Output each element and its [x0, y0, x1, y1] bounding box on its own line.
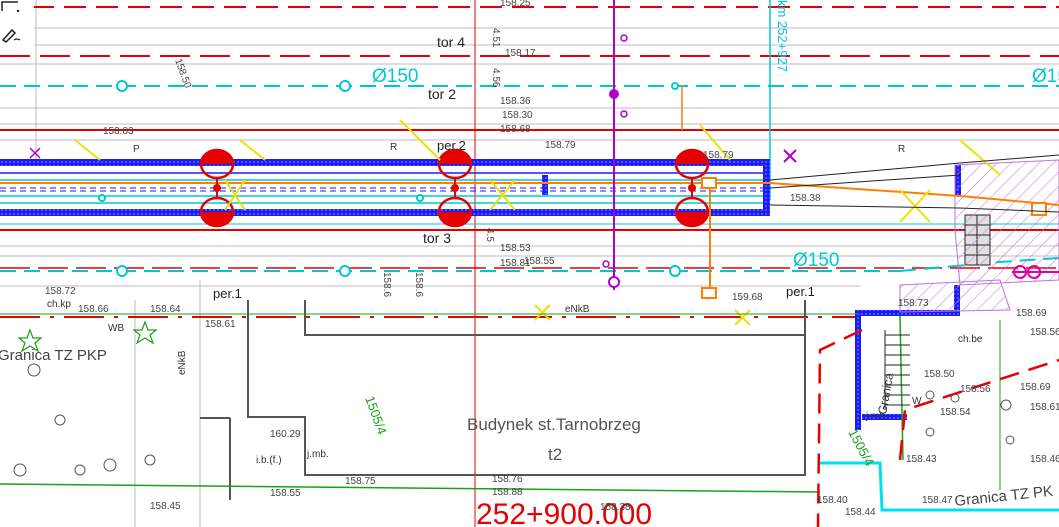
km-note: km 252+927 — [775, 0, 790, 72]
elevation: 158.75 — [345, 476, 376, 487]
track-label-tor4: tor 4 — [437, 34, 465, 50]
purple-hatch — [899, 159, 1059, 313]
elevation: 158.45 — [150, 501, 181, 512]
pipe-label-left: Ø150 — [372, 66, 418, 87]
track-label-tor2: tor 2 — [428, 86, 456, 102]
boundary-right-label: Granica TZ PK — [954, 483, 1054, 510]
elevation: 158.6 — [413, 272, 424, 297]
elevation: 158.36 — [500, 96, 531, 107]
elevation: 158.66 — [78, 304, 109, 315]
elevation: 158.38 — [600, 502, 631, 513]
building-name: Budynek st.Tarnobrzeg — [467, 415, 641, 434]
mark-jmb-building: j.mb. — [306, 449, 329, 460]
track-label-tor3: tor 3 — [423, 230, 451, 246]
building-subtitle: t2 — [548, 445, 562, 464]
building-outline — [200, 300, 806, 500]
mark-chkp: ch.kp — [47, 299, 71, 310]
elevation: 160.29 — [270, 429, 301, 440]
mark-p: P — [133, 144, 140, 155]
elevation: 158.47 — [922, 495, 953, 506]
line-tool-button[interactable] — [0, 0, 34, 24]
track-label-per2: per.2 — [437, 138, 466, 153]
elevation: 4.51 — [490, 28, 501, 48]
elevation: 158.83 — [103, 126, 134, 137]
pen-tool-button[interactable] — [0, 26, 34, 50]
elevation: 4.5 — [484, 228, 495, 242]
elevation: 158.56 — [960, 384, 991, 395]
elevation: 158.30 — [502, 110, 533, 121]
mark-r1: R — [390, 142, 397, 153]
elevation: 158.55 — [524, 256, 555, 267]
parcel-number-a: 1505/4 — [362, 394, 390, 436]
mark-granica-vertical: Granica — [875, 371, 896, 415]
elevation: 158.69 — [1016, 308, 1047, 319]
elevation: 158.38 — [790, 193, 821, 204]
elevation: 158.61 — [205, 319, 236, 330]
elevation: 158.53 — [500, 243, 531, 254]
elevation: 158.46 — [1030, 454, 1059, 465]
elevation: 158.73 — [898, 298, 929, 309]
elevation: 158.68 — [500, 124, 531, 135]
elevation: 158.43 — [906, 454, 937, 465]
elevation: 158.55 — [270, 488, 301, 499]
elevation: 158.50 — [924, 369, 955, 380]
elevation: 159.68 — [732, 292, 763, 303]
elevation: 158.6 — [381, 272, 392, 297]
mark-chbe: ch.be — [958, 334, 983, 345]
elevation: 4.56 — [490, 68, 501, 88]
mark-enkb-horizontal: eNkB — [565, 304, 590, 315]
mark-w: W — [912, 396, 922, 407]
cad-drawing-canvas[interactable]: tor 4 tor 2 tor 3 per.2 per.1 per.1 Ø150… — [0, 0, 1059, 527]
mark-r2: R — [898, 144, 905, 155]
elevation: 158.79 — [703, 150, 734, 161]
elevation: 158.76 — [492, 474, 523, 485]
elevation: 158.69 — [1020, 382, 1051, 393]
platform — [0, 159, 991, 430]
mark-ibf: i.b.(f.) — [256, 455, 282, 466]
pipe-label-bottom: Ø150 — [793, 250, 839, 271]
elevation: 158.88 — [492, 487, 523, 498]
boundary-left-label: Granica TZ PKP — [0, 347, 107, 364]
elevation: 158.64 — [150, 304, 181, 315]
elevation: 158.72 — [45, 286, 76, 297]
pipe-label-edge: Ø150 — [1032, 66, 1059, 87]
elevation: 158.17 — [505, 48, 536, 59]
elevation: 158.54 — [940, 407, 971, 418]
elevation: 158.61 — [1030, 402, 1059, 413]
elevation: 158.56 — [1030, 327, 1059, 338]
track-label-per1-right: per.1 — [786, 284, 815, 299]
track-label-per1-left: per.1 — [213, 286, 242, 301]
elevation: 158.79 — [545, 140, 576, 151]
mark-wb: WB — [108, 323, 124, 334]
elevation: 158.40 — [817, 495, 848, 506]
cad-drawing[interactable]: tor 4 tor 2 tor 3 per.2 per.1 per.1 Ø150… — [0, 0, 1059, 527]
elevation: 158.25 — [500, 0, 531, 9]
elevation: 158.44 — [845, 507, 876, 518]
mark-enkb-vertical: eNkB — [177, 350, 188, 375]
